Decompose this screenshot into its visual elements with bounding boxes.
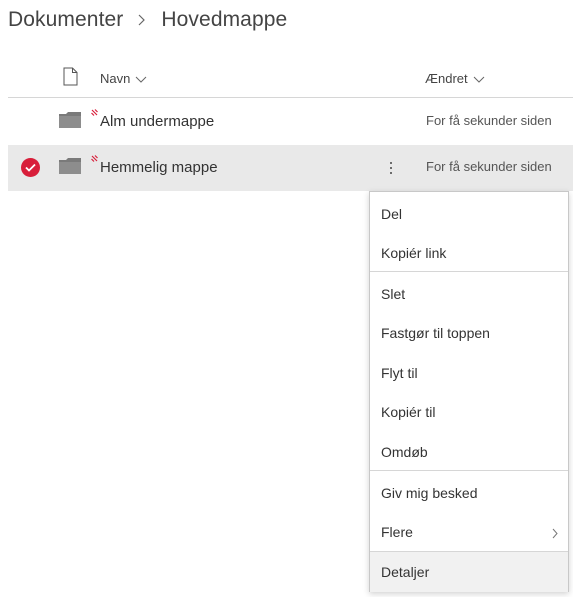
menu-item-move-to[interactable]: Flyt til	[370, 353, 568, 393]
breadcrumb: Dokumenter Hovedmappe	[8, 8, 287, 32]
menu-item-label: Giv mig besked	[381, 485, 478, 501]
menu-item-more[interactable]: Flere	[370, 512, 568, 552]
menu-item-copy-link[interactable]: Kopiér link	[370, 233, 568, 273]
chevron-down-icon	[135, 71, 147, 86]
menu-item-details[interactable]: Detaljer	[370, 552, 568, 592]
menu-item-label: Del	[381, 206, 403, 222]
menu-item-label: Omdøb	[381, 444, 428, 460]
menu-item-label: Flyt til	[381, 365, 418, 381]
list-header: Navn Ændret	[8, 62, 573, 98]
menu-item-label: Kopiér link	[381, 245, 447, 261]
folder-icon	[59, 111, 81, 133]
table-row[interactable]: Hemmelig mappe For få sekunder siden	[8, 145, 573, 191]
item-name[interactable]: Alm undermappe	[100, 113, 214, 130]
menu-item-label: Slet	[381, 286, 406, 302]
chevron-right-icon	[123, 14, 161, 26]
menu-item-label: Flere	[381, 524, 413, 540]
item-modified: For få sekunder siden	[426, 113, 552, 128]
column-header-modified[interactable]: Ændret	[425, 71, 485, 86]
chevron-right-icon	[552, 526, 558, 542]
column-header-name[interactable]: Navn	[100, 71, 147, 86]
menu-divider	[370, 271, 568, 272]
column-header-modified-label: Ændret	[425, 71, 468, 86]
context-menu: Del Kopiér link Slet Fastgør til toppen …	[369, 191, 569, 592]
folder-icon	[59, 157, 81, 179]
item-modified: For få sekunder siden	[426, 159, 552, 174]
more-options-icon[interactable]	[384, 157, 398, 179]
menu-item-label: Kopiér til	[381, 404, 436, 420]
menu-item-label: Fastgør til toppen	[381, 325, 490, 341]
menu-item-delete[interactable]: Slet	[370, 274, 568, 314]
selected-check-icon[interactable]	[21, 158, 40, 177]
file-type-icon	[63, 67, 78, 91]
menu-item-pin-to-top[interactable]: Fastgør til toppen	[370, 313, 568, 353]
menu-item-alert-me[interactable]: Giv mig besked	[370, 473, 568, 513]
menu-item-share[interactable]: Del	[370, 194, 568, 234]
breadcrumb-current: Hovedmappe	[161, 8, 288, 31]
item-name[interactable]: Hemmelig mappe	[100, 159, 218, 176]
menu-divider	[370, 470, 568, 471]
menu-item-copy-to[interactable]: Kopiér til	[370, 392, 568, 432]
breadcrumb-root[interactable]: Dokumenter	[8, 8, 123, 32]
menu-item-label: Detaljer	[381, 564, 430, 580]
table-row[interactable]: Alm undermappe For få sekunder siden	[8, 99, 573, 145]
menu-item-rename[interactable]: Omdøb	[370, 432, 568, 472]
column-header-name-label: Navn	[100, 71, 131, 86]
chevron-down-icon	[473, 71, 485, 86]
